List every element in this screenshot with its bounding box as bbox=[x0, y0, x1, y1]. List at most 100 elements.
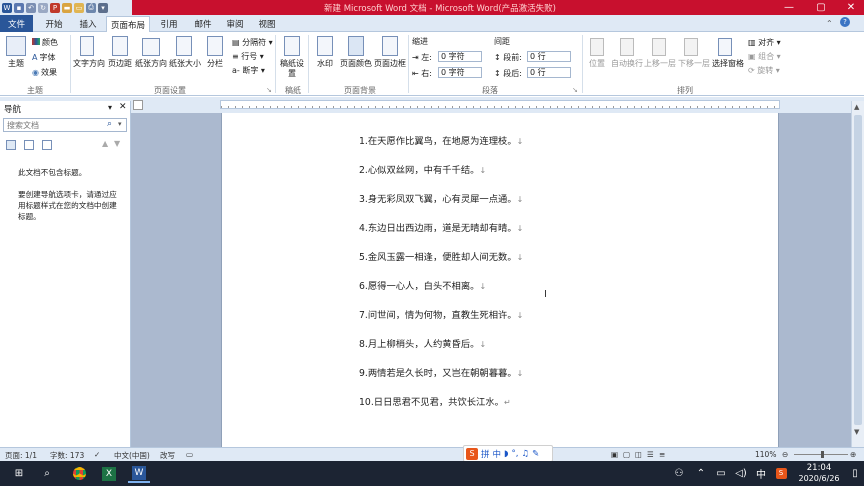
proofing-icon[interactable]: ✓ bbox=[94, 450, 100, 459]
save-icon[interactable]: ▪ bbox=[14, 2, 24, 13]
bring-forward-button[interactable]: 上移一层 bbox=[642, 59, 678, 69]
document-line[interactable]: 8.月上柳梢头，人约黄昏后。↓ bbox=[359, 336, 486, 350]
folder-icon[interactable]: ▬ bbox=[62, 2, 72, 13]
page-color-icon[interactable] bbox=[348, 36, 364, 56]
send-backward-button[interactable]: 下移一层 bbox=[676, 59, 712, 69]
watermark-icon[interactable] bbox=[317, 36, 333, 56]
excel-icon[interactable]: X bbox=[98, 464, 120, 483]
tab-selector-icon[interactable] bbox=[133, 100, 143, 110]
next-icon[interactable]: ▼ bbox=[114, 139, 120, 148]
view-draft-icon[interactable]: ≡ bbox=[659, 450, 665, 459]
page-setup-launcher-icon[interactable]: ↘ bbox=[266, 86, 272, 94]
wrap-text-button[interactable]: 自动换行 bbox=[608, 59, 646, 69]
tray-chevron-icon[interactable]: ⌃ bbox=[690, 464, 712, 483]
line-numbers-button[interactable]: ≡ 行号 ▾ bbox=[232, 51, 264, 62]
send-backward-icon[interactable] bbox=[684, 38, 698, 56]
nav-search-box[interactable]: 搜索文档 ⌕ ▾ bbox=[3, 118, 127, 132]
network-icon[interactable]: ▭ bbox=[710, 464, 732, 483]
volume-icon[interactable]: ◁) bbox=[730, 464, 752, 483]
tab-home[interactable]: 开始 bbox=[38, 16, 70, 32]
margins-button[interactable]: 页边距 bbox=[106, 59, 134, 69]
ime-punct-icon[interactable]: °, bbox=[512, 449, 519, 459]
document-line[interactable]: 4.东边日出西边雨，道是无晴却有晴。↓ bbox=[359, 220, 523, 234]
tab-insert[interactable]: 插入 bbox=[72, 16, 104, 32]
indent-left-input[interactable]: 0 字符 bbox=[438, 51, 482, 62]
ruler-scale[interactable] bbox=[220, 100, 780, 109]
zoom-slider-thumb[interactable] bbox=[820, 451, 824, 458]
ime-handwrite-icon[interactable]: 拼 bbox=[481, 448, 490, 460]
draft-settings-button[interactable]: 稿纸设置 bbox=[280, 59, 304, 79]
tab-page-layout[interactable]: 页面布局 bbox=[106, 16, 150, 33]
tab-mailings[interactable]: 邮件 bbox=[188, 16, 218, 32]
word-taskbar-icon[interactable]: W bbox=[128, 464, 150, 483]
word-count[interactable]: 字数: 173 bbox=[50, 450, 84, 461]
indent-right-input[interactable]: 0 字符 bbox=[438, 67, 482, 78]
theme-fonts-button[interactable]: A 字体 bbox=[32, 52, 55, 63]
customize-qat-icon[interactable]: ▾ bbox=[98, 2, 108, 13]
document-line[interactable]: 6.愿得一心人，白头不相离。↓ bbox=[359, 278, 486, 292]
view-print-layout-icon[interactable]: ▣ bbox=[611, 450, 618, 459]
theme-colors-button[interactable]: 颜色 bbox=[32, 37, 58, 48]
scrollbar-thumb[interactable] bbox=[854, 115, 862, 425]
paper-size-icon[interactable] bbox=[176, 36, 192, 56]
chrome-icon[interactable] bbox=[68, 464, 90, 483]
document-line[interactable]: 10.日日思君不见君，共饮长江水。↵ bbox=[359, 394, 511, 408]
theme-effects-button[interactable]: ◉ 效果 bbox=[32, 67, 57, 78]
margins-icon[interactable] bbox=[112, 36, 128, 56]
overtype-mode[interactable]: 改写 bbox=[160, 450, 175, 461]
ime-moon-icon[interactable]: ◗ bbox=[504, 449, 508, 459]
taskbar-ime-indicator[interactable]: 中 bbox=[750, 464, 772, 483]
previous-icon[interactable]: ▲ bbox=[102, 139, 108, 148]
language-indicator[interactable]: 中文(中国) bbox=[114, 450, 150, 461]
nav-pane-options-icon[interactable]: ▾ bbox=[108, 103, 112, 112]
sogou-tray-icon[interactable]: S bbox=[770, 464, 792, 483]
tab-file[interactable]: 文件 bbox=[0, 15, 33, 32]
search-options-icon[interactable]: ▾ bbox=[118, 120, 122, 128]
spacing-before-input[interactable]: 0 行 bbox=[527, 51, 571, 62]
position-icon[interactable] bbox=[590, 38, 604, 56]
hyphenation-button[interactable]: a- 断字 ▾ bbox=[232, 65, 265, 76]
scroll-down-icon[interactable]: ▼ bbox=[854, 428, 859, 436]
document-line[interactable]: 1.在天愿作比翼鸟，在地愿为连理枝。↓ bbox=[359, 133, 523, 147]
pdf-icon[interactable]: P bbox=[50, 2, 60, 13]
sogou-logo-icon[interactable]: S bbox=[466, 447, 478, 460]
people-icon[interactable]: ⚇ bbox=[668, 464, 690, 483]
rotate-button[interactable]: ⟳ 旋转 ▾ bbox=[748, 65, 780, 76]
close-button[interactable]: ✕ bbox=[836, 0, 864, 15]
selection-pane-icon[interactable] bbox=[718, 38, 732, 56]
paper-size-button[interactable]: 纸张大小 bbox=[168, 59, 202, 69]
document-line[interactable]: 7.问世间，情为何物，直教生死相许。↓ bbox=[359, 307, 523, 321]
text-direction-button[interactable]: 文字方向 bbox=[72, 59, 106, 69]
print-icon[interactable]: ⎙ bbox=[86, 2, 96, 13]
page-borders-button[interactable]: 页面边框 bbox=[372, 59, 408, 69]
document-page[interactable]: 1.在天愿作比翼鸟，在地愿为连理枝。↓ 2.心似双丝网，中有千千结。↓ 3.身无… bbox=[221, 113, 779, 447]
word-app-icon[interactable]: W bbox=[2, 2, 12, 13]
vertical-scrollbar[interactable]: ▲ ▼ bbox=[851, 101, 864, 447]
maximize-button[interactable]: ▢ bbox=[806, 0, 836, 15]
align-button[interactable]: ▥ 对齐 ▾ bbox=[748, 37, 781, 48]
clock-date[interactable]: 2020/6/26 bbox=[790, 474, 848, 483]
group-objects-button[interactable]: ▣ 组合 ▾ bbox=[748, 51, 781, 62]
ime-keyboard-icon[interactable]: ♫ bbox=[521, 449, 529, 459]
themes-icon[interactable] bbox=[6, 36, 26, 56]
browse-headings-icon[interactable] bbox=[6, 140, 16, 150]
zoom-level[interactable]: 110% bbox=[755, 450, 776, 459]
ime-mode-label[interactable]: 中 bbox=[493, 448, 502, 460]
columns-button[interactable]: 分栏 bbox=[202, 59, 228, 69]
document-line[interactable]: 5.金风玉露一相逢，便胜却人间无数。↓ bbox=[359, 249, 523, 263]
page-count[interactable]: 页面: 1/1 bbox=[5, 450, 37, 461]
search-icon[interactable]: ⌕ bbox=[107, 119, 112, 129]
document-line[interactable]: 9.两情若是久长时，又岂在朝朝暮暮。↓ bbox=[359, 365, 523, 379]
wrap-text-icon[interactable] bbox=[620, 38, 634, 56]
windows-start-icon[interactable]: ⊞ bbox=[8, 464, 30, 483]
draft-paper-icon[interactable] bbox=[284, 36, 300, 56]
columns-icon[interactable] bbox=[207, 36, 223, 56]
document-line[interactable]: 2.心似双丝网，中有千千结。↓ bbox=[359, 162, 486, 176]
orientation-icon[interactable] bbox=[142, 38, 160, 56]
page-borders-icon[interactable] bbox=[382, 36, 398, 56]
zoom-in-icon[interactable]: ⊕ bbox=[850, 450, 856, 459]
scroll-up-icon[interactable]: ▲ bbox=[854, 103, 859, 111]
tab-references[interactable]: 引用 bbox=[154, 16, 184, 32]
page-color-button[interactable]: 页面颜色 bbox=[338, 59, 374, 69]
spacing-after-input[interactable]: 0 行 bbox=[527, 67, 571, 78]
